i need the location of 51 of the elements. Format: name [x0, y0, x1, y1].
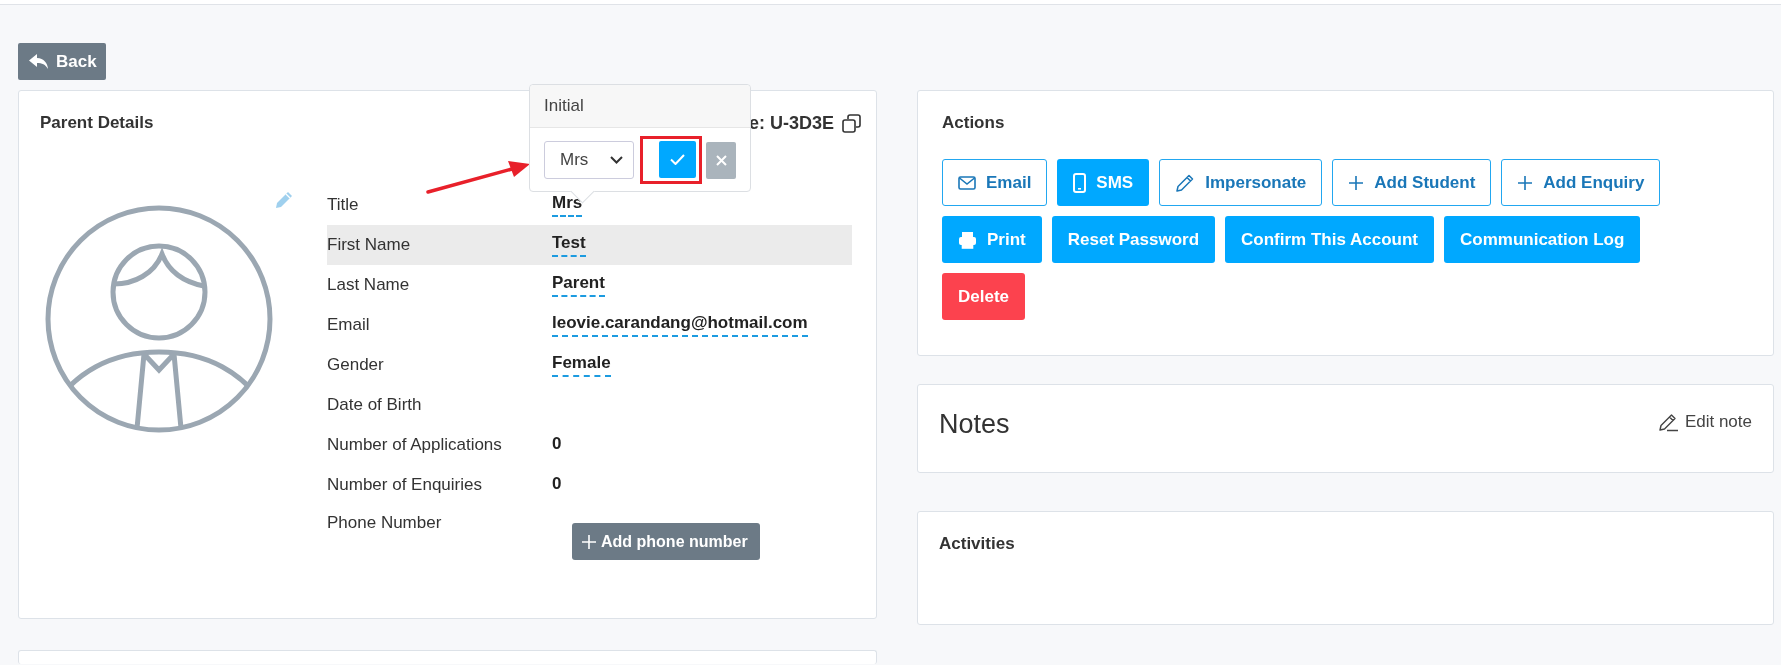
editable-value[interactable]: Female — [552, 353, 611, 377]
notes-title: Notes — [939, 409, 1010, 441]
card-title: Actions — [942, 112, 1006, 134]
field-label: First Name — [327, 235, 412, 255]
plus-icon — [1517, 174, 1534, 191]
envelope-icon — [958, 175, 976, 190]
popover-title: Initial — [544, 96, 584, 116]
card-title: Parent Details — [40, 112, 154, 134]
field-label: Phone Number — [327, 513, 443, 533]
field-label: Number of Enquiries — [327, 475, 483, 495]
editable-value[interactable]: Parent — [552, 273, 605, 297]
field-label: Date of Birth — [327, 395, 423, 415]
editable-value[interactable]: leovie.carandang@hotmail.com — [552, 313, 808, 337]
field-label: Last Name — [327, 275, 411, 295]
copy-icon[interactable] — [842, 113, 861, 133]
edit-note-link[interactable]: Edit note — [1657, 411, 1752, 433]
checkmark-icon — [670, 154, 686, 165]
field-value: 0 — [552, 474, 562, 495]
action-button[interactable]: Delete — [942, 273, 1026, 320]
close-icon — [715, 154, 727, 166]
card-title: Activities — [939, 534, 1015, 553]
action-button[interactable]: Add Enquiry — [1501, 159, 1661, 206]
action-button[interactable]: Reset Password — [1051, 216, 1216, 263]
phone-icon — [1073, 172, 1087, 193]
field-label: Gender — [327, 355, 385, 375]
back-button[interactable]: Back — [18, 43, 106, 80]
pencil-icon[interactable] — [274, 190, 294, 210]
action-button[interactable]: Confirm This Account — [1225, 216, 1434, 263]
reply-arrow-icon — [29, 53, 49, 70]
avatar-icon — [44, 204, 274, 434]
pencil-icon — [1175, 172, 1196, 193]
printer-icon — [958, 230, 977, 249]
field-label: Number of Applications — [327, 435, 503, 455]
action-button[interactable]: Impersonate — [1159, 159, 1323, 206]
add-phone-button[interactable]: Add phone number — [572, 523, 760, 560]
action-button[interactable]: Communication Log — [1444, 216, 1641, 263]
action-button[interactable]: SMS — [1057, 159, 1150, 206]
plus-icon — [1348, 174, 1365, 191]
cancel-button[interactable] — [706, 141, 736, 179]
editable-value[interactable]: Test — [552, 233, 586, 257]
field-label: Email — [327, 315, 371, 335]
action-button[interactable]: Print — [942, 216, 1042, 263]
action-button[interactable]: Add Student — [1332, 159, 1492, 206]
confirm-button[interactable] — [659, 141, 697, 178]
action-button[interactable]: Email — [942, 159, 1048, 206]
plus-icon — [582, 534, 596, 549]
title-select[interactable]: Mrs — [544, 141, 635, 179]
pencil-icon — [1657, 412, 1679, 432]
chevron-down-icon — [610, 156, 624, 164]
field-value: 0 — [552, 434, 562, 455]
field-label: Title — [327, 195, 360, 215]
